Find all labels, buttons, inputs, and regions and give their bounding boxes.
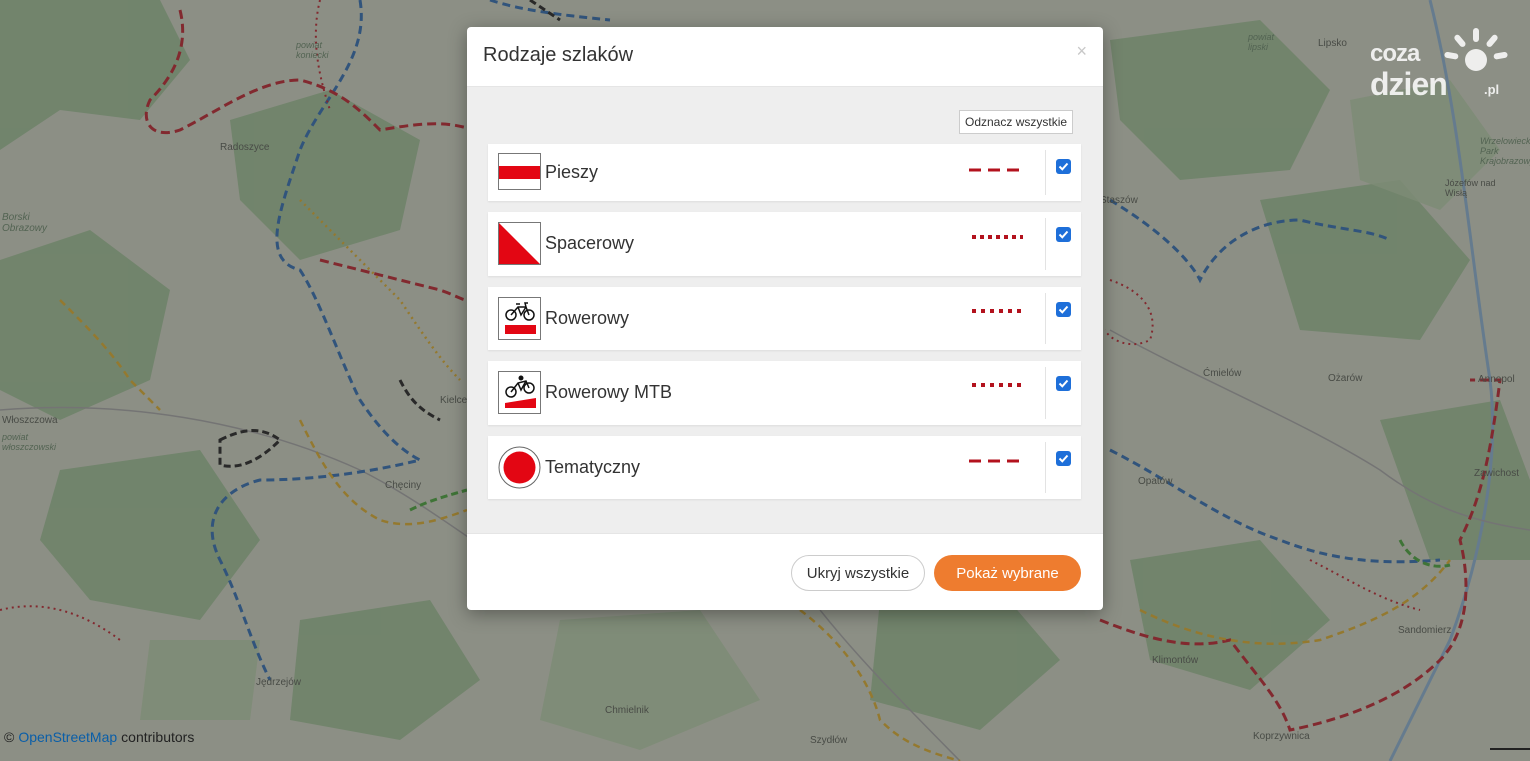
trail-label: Pieszy <box>545 162 599 182</box>
divider <box>1045 293 1046 344</box>
trail-row-rowerowy-mtb[interactable]: Rowerowy MTB <box>488 361 1081 425</box>
site-logo: coza dzien .pl <box>1370 26 1510 106</box>
trail-row-tematyczny[interactable]: Tematyczny <box>488 436 1081 499</box>
deselect-all-button[interactable]: Odznacz wszystkie <box>959 110 1074 134</box>
attribution-suffix: contributors <box>121 729 195 745</box>
trail-checkbox[interactable] <box>1056 302 1071 317</box>
dialog-title: Rodzaje szlaków <box>483 44 634 66</box>
divider <box>1045 150 1046 195</box>
hide-all-button[interactable]: Ukryj wszystkie <box>791 555 925 591</box>
trail-checkbox[interactable] <box>1056 159 1071 174</box>
dialog-header: Rodzaje szlaków × <box>467 27 1103 87</box>
trail-label: Rowerowy <box>545 308 630 328</box>
dialog-footer: Ukryj wszystkie Pokaż wybrane <box>467 533 1103 610</box>
copyright-symbol: © <box>4 729 15 745</box>
trail-row-pieszy[interactable]: Pieszy <box>488 144 1081 201</box>
checkmark-icon <box>1058 454 1069 463</box>
checkmark-icon <box>1058 162 1069 171</box>
mtb-marker-icon <box>498 371 541 414</box>
logo-text: coza <box>1370 40 1420 67</box>
trail-label: Tematyczny <box>545 457 641 477</box>
divider <box>1045 442 1046 493</box>
checkmark-icon <box>1058 305 1069 314</box>
dashed-line-icon <box>969 168 1023 172</box>
divider <box>1045 218 1046 270</box>
dialog-body: Odznacz wszystkie Pieszy Spacerowy Rower… <box>467 87 1103 533</box>
show-selected-button[interactable]: Pokaż wybrane <box>934 555 1081 591</box>
logo-domain: .pl <box>1484 82 1500 97</box>
logo-text: dzien <box>1370 66 1448 102</box>
trail-checkbox[interactable] <box>1056 227 1071 242</box>
dotted-line-icon <box>972 235 1023 239</box>
trail-label: Spacerowy <box>545 233 635 253</box>
thematic-marker-icon <box>498 446 541 489</box>
trail-row-spacerowy[interactable]: Spacerowy <box>488 212 1081 276</box>
openstreetmap-link[interactable]: OpenStreetMap <box>18 729 117 745</box>
trail-label: Rowerowy MTB <box>545 382 673 402</box>
map-attribution: © OpenStreetMap contributors <box>0 726 200 748</box>
dotted-line-icon <box>972 383 1023 387</box>
hiking-marker-icon <box>498 153 541 190</box>
checkmark-icon <box>1058 379 1069 388</box>
trail-types-dialog: Rodzaje szlaków × Odznacz wszystkie Pies… <box>467 27 1103 610</box>
bicycle-marker-icon <box>498 297 541 340</box>
trail-checkbox[interactable] <box>1056 451 1071 466</box>
walking-marker-icon <box>498 222 541 265</box>
dashed-line-icon <box>969 459 1023 463</box>
close-icon[interactable]: × <box>1076 42 1087 60</box>
trail-checkbox[interactable] <box>1056 376 1071 391</box>
checkmark-icon <box>1058 230 1069 239</box>
divider <box>1045 367 1046 419</box>
dotted-line-icon <box>972 309 1023 313</box>
trail-row-rowerowy[interactable]: Rowerowy <box>488 287 1081 350</box>
map-scale-bar <box>1490 748 1530 750</box>
